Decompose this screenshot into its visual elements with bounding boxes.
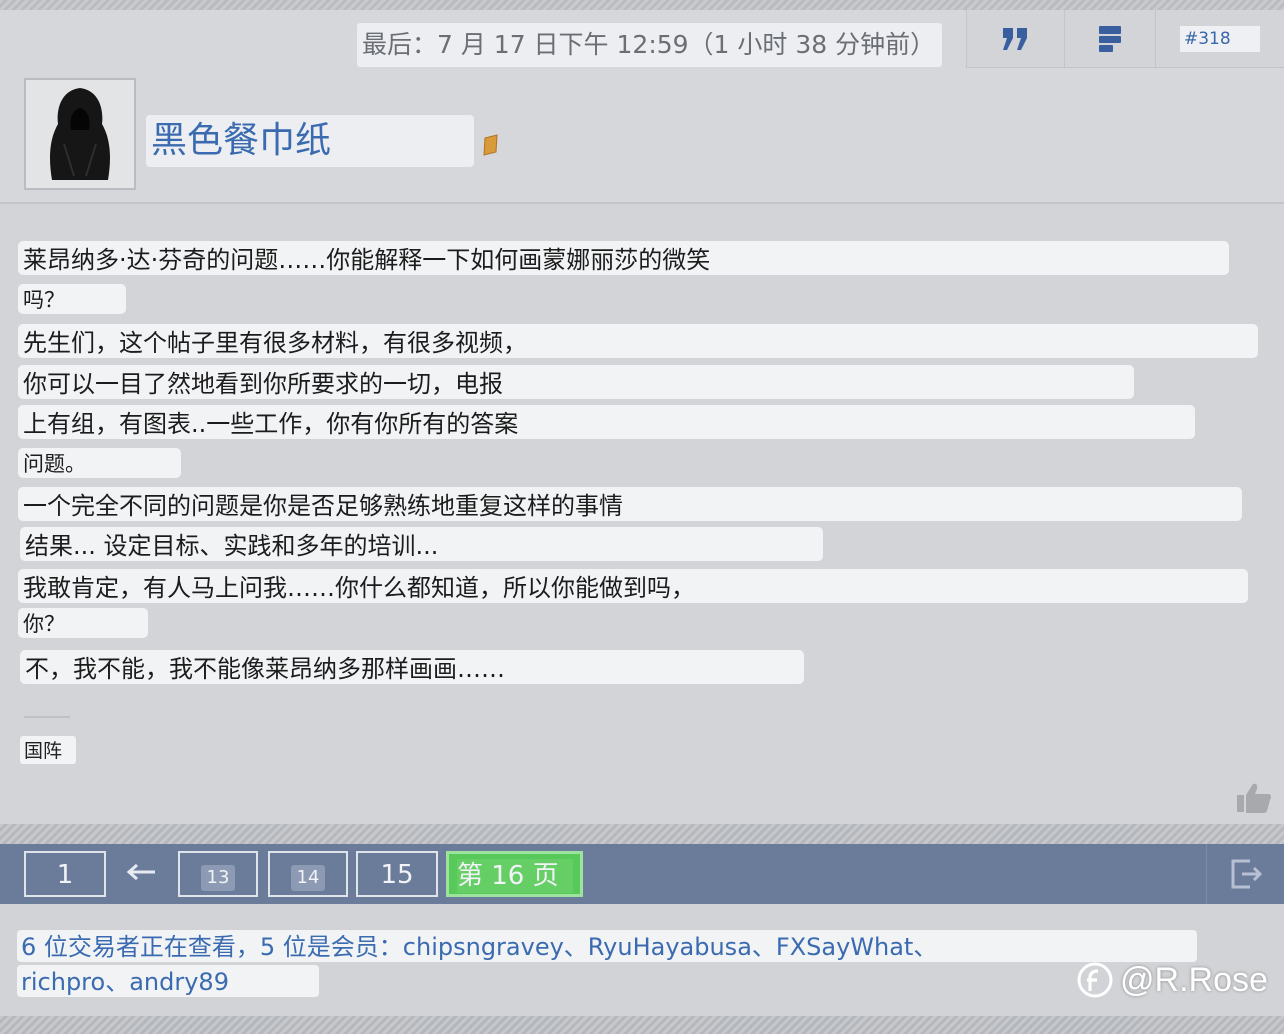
viewers-list-line[interactable]: 6 位交易者正在查看，5 位是会员：chipsngravey、RyuHayabu… [17, 930, 1197, 962]
top-stripe [0, 0, 1284, 10]
pagination-bar: 1 13 14 15 第 16 页 [0, 844, 1284, 904]
user-flag-icon [483, 134, 498, 156]
post-header: 最后：7 月 17 日下午 12:59（1 小时 38 分钟前） #318 黑色… [0, 10, 1284, 202]
thumbs-up-icon[interactable] [1236, 782, 1272, 814]
page-first-button[interactable]: 1 [24, 851, 106, 897]
signature-divider [24, 716, 70, 718]
section-stripe [0, 824, 1284, 844]
post-text-line: 莱昂纳多·达·芬奇的问题……你能解释一下如何画蒙娜丽莎的微笑 [18, 241, 1229, 275]
post-number[interactable]: #318 [1180, 25, 1260, 52]
multi-quote-button[interactable] [1064, 10, 1155, 68]
current-page-label: 第 16 页 [457, 859, 573, 893]
quote-icon [1002, 27, 1027, 50]
post-text-line: 一个完全不同的问题是你是否足够熟练地重复这样的事情 [18, 487, 1242, 521]
hooded-figure-icon [50, 88, 110, 180]
bottom-stripe [0, 1016, 1284, 1034]
post-body: 莱昂纳多·达·芬奇的问题……你能解释一下如何画蒙娜丽莎的微笑 吗？ 先生们，这个… [0, 204, 1284, 824]
post-text-line: 结果... 设定目标、实践和多年的培训... [20, 527, 823, 561]
watermark: @R.Rose [1076, 958, 1268, 1002]
post-text-line: 我敢肯定，有人马上问我……你什么都知道，所以你能做到吗， [18, 569, 1248, 603]
current-page-indicator: 第 16 页 [446, 851, 583, 897]
post-number-link[interactable]: #318 [1155, 10, 1284, 68]
exit-icon [1231, 859, 1262, 889]
post-text-line: 上有组，有图表..一些工作，你有你所有的答案 [18, 405, 1195, 439]
post-text-line: 你可以一目了然地看到你所要求的一切，电报 [18, 365, 1134, 399]
watermark-text: @R.Rose [1120, 960, 1268, 999]
weibo-logo-icon [1077, 962, 1113, 998]
exit-button[interactable] [1206, 844, 1284, 904]
viewers-list-line[interactable]: richpro、andry89 [17, 965, 319, 997]
multi-quote-icon [1099, 25, 1121, 52]
page-14-button[interactable]: 14 [268, 851, 348, 897]
post-text-line: 先生们，这个帖子里有很多材料，有很多视频， [18, 324, 1258, 358]
page-13-button[interactable]: 13 [178, 851, 258, 897]
page-13-label: 13 [200, 865, 236, 891]
post-text-line: 吗？ [18, 284, 126, 314]
arrow-left-icon[interactable] [125, 862, 157, 882]
post-timestamp: 最后：7 月 17 日下午 12:59（1 小时 38 分钟前） [357, 23, 942, 67]
avatar[interactable] [24, 78, 136, 190]
post-text-line: 你？ [18, 608, 148, 638]
post-text-line: 不，我不能，我不能像莱昂纳多那样画画…… [20, 650, 804, 684]
username-link[interactable]: 黑色餐巾纸 [146, 115, 474, 167]
quote-button[interactable] [966, 10, 1064, 68]
signature-tag: 国阵 [20, 736, 76, 764]
post-text-line: 问题。 [18, 448, 181, 478]
page-14-label: 14 [290, 865, 326, 891]
page-15-button[interactable]: 15 [356, 851, 438, 897]
